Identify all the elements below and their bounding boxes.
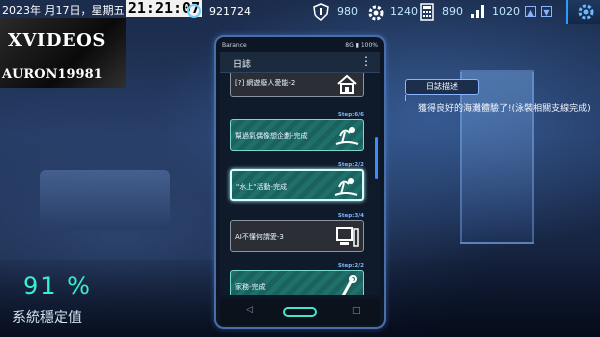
step-label: Step:2/2 — [337, 162, 364, 168]
log-entry-label: [?] 網遊廢人愛能-2 — [235, 79, 296, 87]
stat-gear-value: 1240 — [390, 5, 418, 18]
nav-recent-button[interactable]: □ — [352, 306, 361, 316]
watermark-site: XVIDEOS — [8, 30, 106, 51]
step-label: Step:6/6 — [337, 112, 364, 118]
phone-nav-bar: ◁ □ — [220, 299, 380, 325]
watermark-user: AURON19981 — [2, 67, 103, 82]
log-list[interactable]: [?] 網遊廢人愛能-2 Step:6/6 幫過氣偶像想企劃-完成 Step:2… — [220, 73, 380, 295]
house-icon — [337, 74, 357, 94]
log-entry-label: 家務-完成 — [235, 283, 266, 291]
step-label: Step:2/2 — [337, 263, 364, 269]
description-tab: 日誌描述 — [405, 79, 479, 95]
settings-gear-icon — [578, 4, 594, 20]
log-entry-label: AI不懂何謂愛-3 — [235, 233, 284, 241]
log-scrollbar[interactable] — [375, 137, 378, 179]
app-title: 日誌 — [233, 60, 252, 70]
signal-icon — [471, 5, 484, 18]
log-entry[interactable]: [?] 網遊廢人愛能-2 — [230, 73, 364, 97]
stat-signal-value: 1020 — [492, 5, 520, 18]
room-window-art — [460, 70, 534, 244]
stability-label: 系統穩定值 — [12, 310, 82, 326]
hud-up-arrow-button[interactable]: ▲ — [525, 6, 536, 17]
step-label: Step:3/4 — [337, 213, 364, 219]
gear-icon — [368, 5, 384, 21]
coin-icon — [187, 4, 201, 18]
phone-frame: Barance 8G ▮ 100% 日誌 ⋮ [?] 網遊廢人愛能-2 Step… — [214, 35, 386, 329]
log-entry-selected[interactable]: "水上"活動-完成 — [230, 169, 364, 201]
menu-dots-icon[interactable]: ⋮ — [360, 54, 372, 68]
date-text: 2023年 月17日，星期五 — [2, 4, 125, 17]
description-connector — [405, 95, 406, 101]
log-entry[interactable]: 家務-完成 — [230, 270, 364, 295]
beach-icon — [334, 178, 358, 196]
log-entry[interactable]: 幫過氣偶像想企劃-完成 — [230, 119, 364, 151]
stat-calc-value: 890 — [442, 5, 463, 18]
stat-shield-value: 980 — [337, 5, 358, 18]
log-entry-label: "水上"活動-完成 — [236, 183, 287, 191]
description-text: 獲得良好的海灘體驗了!(泳裝相關支線完成) — [418, 104, 591, 114]
log-entry-label: 幫過氣偶像想企劃-完成 — [235, 132, 308, 140]
shield-icon — [313, 3, 329, 21]
nav-home-button[interactable] — [283, 307, 317, 317]
stability-value: 91 % — [23, 272, 92, 300]
beach-icon — [335, 127, 359, 145]
room-bed-art — [40, 170, 170, 230]
computer-icon — [336, 227, 359, 247]
settings-button[interactable] — [566, 0, 600, 24]
coin-value: 921724 — [209, 5, 251, 18]
log-entry[interactable]: AI不懂何謂愛-3 — [230, 220, 364, 252]
app-header: 日誌 ⋮ — [220, 52, 380, 73]
carrier-name: Barance — [222, 42, 247, 49]
battery-indicator: 8G ▮ 100% — [345, 42, 378, 49]
calculator-icon — [420, 3, 434, 21]
hud-down-arrow-button[interactable]: ▼ — [541, 6, 552, 17]
nav-back-button[interactable]: ◁ — [246, 305, 253, 315]
wrench-icon — [341, 275, 357, 295]
phone-status-bar: Barance 8G ▮ 100% — [220, 41, 380, 51]
